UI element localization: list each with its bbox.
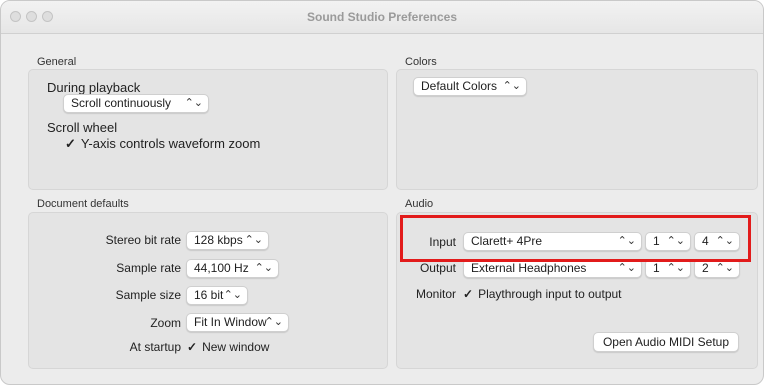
stereo-bit-rate-label: Stereo bit rate: [105, 233, 181, 247]
input-row-highlight: [400, 215, 751, 262]
during-playback-label: During playback: [47, 80, 141, 95]
chevron-updown-icon: ⌃⌄: [715, 262, 734, 274]
open-audio-midi-setup-button[interactable]: Open Audio MIDI Setup: [593, 332, 739, 352]
sample-rate-popup[interactable]: 44,100 Hz ⌃⌄: [186, 259, 279, 278]
new-window-checkbox[interactable]: ✓ New window: [187, 340, 269, 354]
stereo-bit-rate-value: 128 kbps: [194, 233, 243, 247]
yaxis-zoom-checkbox[interactable]: ✓ Y-axis controls waveform zoom: [65, 136, 260, 152]
during-playback-value: Scroll continuously: [71, 96, 172, 110]
zoom-popup[interactable]: Fit In Window ⌃⌄: [186, 313, 289, 332]
preferences-window: Sound Studio Preferences General During …: [0, 0, 764, 385]
sample-size-label: Sample size: [115, 288, 181, 302]
monitor-label: Monitor: [415, 287, 456, 301]
new-window-label: New window: [202, 340, 270, 354]
general-group-label: General: [37, 56, 77, 68]
stereo-bit-rate-popup[interactable]: 128 kbps ⌃⌄: [186, 231, 269, 250]
playthrough-label: Playthrough input to output: [478, 287, 622, 301]
chevron-updown-icon: ⌃⌄: [264, 316, 283, 328]
document-defaults-group-label: Document defaults: [37, 198, 129, 210]
title-bar: Sound Studio Preferences: [1, 1, 763, 34]
at-startup-label: At startup: [129, 340, 181, 354]
chevron-updown-icon: ⌃⌄: [244, 234, 263, 246]
checkmark-icon: ✓: [65, 136, 76, 151]
audio-group-label: Audio: [405, 198, 434, 210]
chevron-updown-icon: ⌃⌄: [666, 262, 685, 274]
chevron-updown-icon: ⌃⌄: [254, 262, 273, 274]
chevron-updown-icon: ⌃⌄: [502, 80, 521, 92]
chevron-updown-icon: ⌃⌄: [617, 262, 636, 274]
sample-size-value: 16 bit: [194, 288, 224, 302]
checkmark-icon: ✓: [187, 340, 198, 354]
chevron-updown-icon: ⌃⌄: [184, 97, 203, 109]
sample-rate-label: Sample rate: [116, 261, 181, 275]
during-playback-popup[interactable]: Scroll continuously ⌃⌄: [63, 94, 209, 113]
colors-value: Default Colors: [421, 79, 498, 93]
output-device-value: External Headphones: [471, 261, 587, 275]
checkmark-icon: ✓: [463, 287, 474, 301]
sample-size-popup[interactable]: 16 bit ⌃⌄: [186, 286, 248, 305]
colors-group-label: Colors: [405, 56, 437, 68]
sample-rate-value: 44,100 Hz: [194, 261, 249, 275]
output-channel-2-value: 2: [702, 261, 709, 275]
chevron-updown-icon: ⌃⌄: [223, 289, 242, 301]
output-channel-1-value: 1: [653, 261, 660, 275]
scroll-wheel-label: Scroll wheel: [47, 120, 118, 135]
colors-popup[interactable]: Default Colors ⌃⌄: [413, 77, 527, 96]
yaxis-zoom-label: Y-axis controls waveform zoom: [80, 136, 261, 151]
zoom-label: Zoom: [150, 316, 181, 330]
window-title: Sound Studio Preferences: [306, 10, 458, 24]
output-label: Output: [419, 261, 456, 275]
zoom-value: Fit In Window: [194, 315, 267, 329]
playthrough-checkbox[interactable]: ✓ Playthrough input to output: [463, 287, 622, 301]
